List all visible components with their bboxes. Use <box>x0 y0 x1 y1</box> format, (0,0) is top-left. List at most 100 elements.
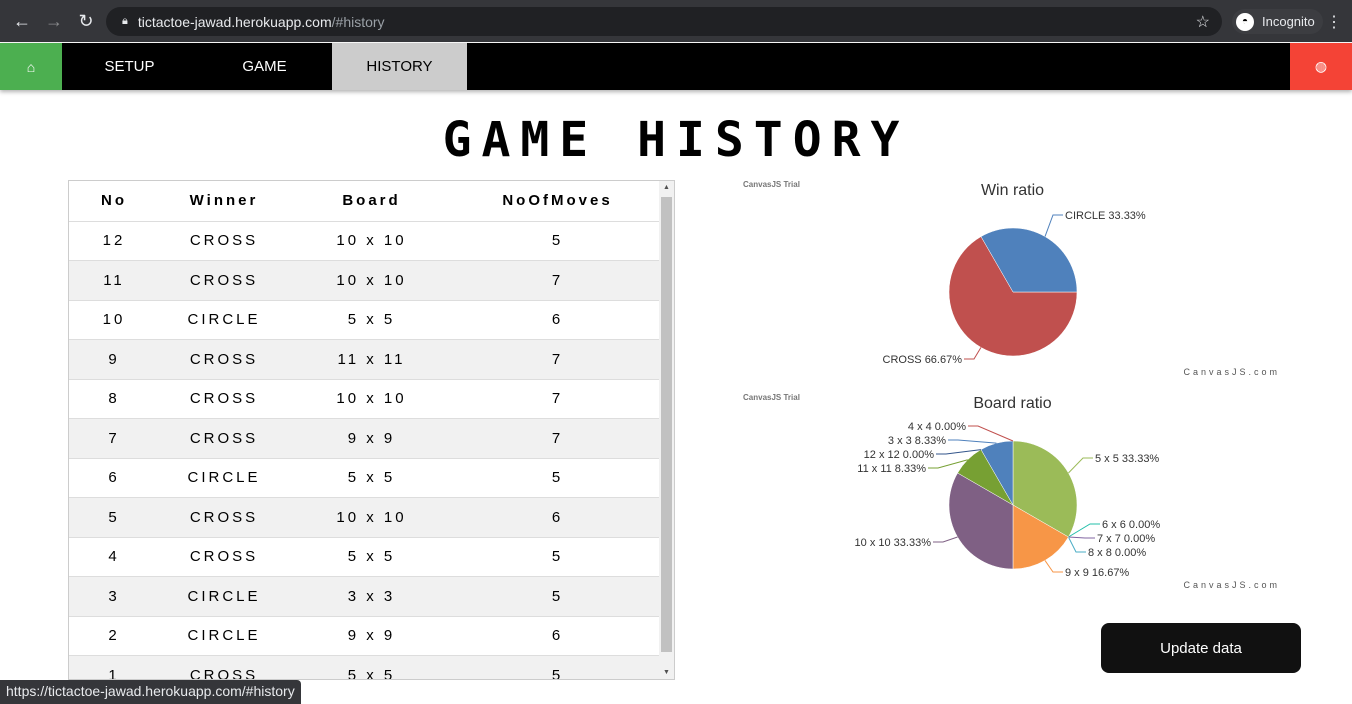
incognito-badge[interactable]: ◓ Incognito <box>1232 9 1323 34</box>
table-cell: 7 <box>69 418 159 459</box>
column-header: No <box>69 181 159 222</box>
table-row: 10 CIRCLE 5 x 56 <box>69 300 661 340</box>
tab-setup[interactable]: SETUP <box>62 43 197 90</box>
label-connector <box>933 536 958 543</box>
table-cell: CIRCLE <box>159 616 289 656</box>
profile-label: Incognito <box>1262 14 1315 29</box>
table-cell: 5 x 5 <box>289 300 454 340</box>
table-cell: 5 <box>454 458 661 498</box>
table-row: 12 CROSS 10 x 10 5 <box>69 221 661 261</box>
home-button[interactable]: ⌂ <box>0 43 62 90</box>
page-title: GAME HISTORY <box>442 112 910 168</box>
bookmark-star-icon[interactable]: ☆ <box>1196 12 1210 32</box>
scroll-up-icon[interactable]: ▲ <box>659 184 674 191</box>
label-connector <box>1044 560 1063 573</box>
tab-history[interactable]: HISTORY <box>332 43 467 90</box>
label-connector <box>964 347 982 360</box>
table-row: 5 CROSS 10 x 10 6 <box>69 497 661 538</box>
url-host: tictactoe-jawad.herokuapp.com <box>137 13 332 30</box>
chart-title: Board ratio <box>973 395 1052 412</box>
browser-toolbar: ← → ↻ 🔒︎ tictactoe-jawad.herokuapp.com/#… <box>0 0 1352 42</box>
slice-label: 4 x 4 0.00% <box>908 421 966 433</box>
table-cell: 9 <box>69 339 159 380</box>
table-row: 9 CROSS 11 x 11 7 <box>69 339 661 380</box>
table-cell: CROSS <box>159 379 289 419</box>
table-cell: CIRCLE <box>159 576 289 617</box>
label-connector <box>936 449 982 455</box>
table-cell: 6 <box>69 458 159 498</box>
incognito-icon: ◓ <box>1236 12 1254 31</box>
history-table: No Winner Board NoOfMoves 12 CROSS 10 x 10 5 11… <box>69 181 661 679</box>
table-row: 2 CIRCLE 9 x 96 <box>69 616 661 656</box>
table-cell: 7 <box>454 339 661 380</box>
top-nav: ⌂ SETUP GAME HISTORY ◍ <box>0 43 1352 90</box>
table-row: 11 CROSS 10 x 10 7 <box>69 260 661 301</box>
table-cell: 9 x 9 <box>289 616 454 656</box>
table-cell: CIRCLE <box>159 458 289 498</box>
table-cell: CROSS <box>159 537 289 577</box>
table-cell: CROSS <box>159 221 289 261</box>
table-cell: 9 x 9 <box>289 418 454 459</box>
globe-button[interactable]: ◍ <box>1290 43 1352 90</box>
table-cell: 5 <box>454 537 661 577</box>
slice-label: 5 x 5 33.33% <box>1095 453 1159 465</box>
table-cell: 1 <box>69 655 159 679</box>
url-path: /#history <box>331 13 385 30</box>
tab-label: GAME <box>242 58 287 75</box>
column-header: Board <box>289 181 454 222</box>
slice-label: 9 x 9 16.67% <box>1065 567 1129 579</box>
slice-label: 3 x 3 8.33% <box>888 435 946 447</box>
table-cell: 6 <box>454 300 661 340</box>
reload-icon[interactable]: ↻ <box>70 11 102 32</box>
chart-credit[interactable]: CanvasJS.com <box>1183 580 1280 590</box>
table-row: 4 CROSS 5 x 55 <box>69 537 661 577</box>
slice-label: 12 x 12 0.00% <box>864 449 935 461</box>
table-cell: CROSS <box>159 497 289 538</box>
table-cell: 5 x 5 <box>289 537 454 577</box>
update-data-button[interactable]: Update data <box>1101 623 1301 673</box>
table-cell: 7 <box>454 260 661 301</box>
table-cell: 11 <box>69 260 159 301</box>
menu-icon[interactable]: ⋮ <box>1326 12 1342 32</box>
table-cell: CROSS <box>159 655 289 679</box>
table-cell: 10 x 10 <box>289 260 454 301</box>
table-cell: 3 <box>69 576 159 617</box>
slice-label: 7 x 7 0.00% <box>1097 533 1155 545</box>
pie-svg: CROSS 66.67% CIRCLE 33.33% <box>883 210 1146 366</box>
table-row: 1 CROSS 5 x 55 <box>69 655 661 679</box>
tab-game[interactable]: GAME <box>197 43 332 90</box>
table-cell: 12 <box>69 221 159 261</box>
table-cell: 10 x 10 <box>289 379 454 419</box>
status-bar-url: https://tictactoe-jawad.herokuapp.com/#h… <box>0 680 301 704</box>
table-cell: 6 <box>454 616 661 656</box>
table-cell: 5 x 5 <box>289 655 454 679</box>
label-connector <box>1067 536 1086 553</box>
label-connector <box>948 439 997 444</box>
board-ratio-chart: 5 x 5 33.33% 6 x 6 0.00% 7 x 7 0.00% 8 x 8 … <box>740 393 1290 603</box>
scrollbar-thumb[interactable] <box>661 197 672 652</box>
scrollbar[interactable]: ▲ ▼ <box>659 181 674 679</box>
column-header: NoOfMoves <box>454 181 661 222</box>
label-connector <box>1068 457 1093 474</box>
win-ratio-chart: CROSS 66.67% CIRCLE 33.33% CanvasJS Trial… <box>740 180 1290 390</box>
globe-icon: ◍ <box>1314 58 1328 74</box>
forward-icon[interactable]: → <box>38 11 70 32</box>
back-icon[interactable]: ← <box>6 11 38 32</box>
chart-credit[interactable]: CanvasJS.com <box>1183 367 1280 377</box>
table-cell: 5 <box>454 655 661 679</box>
address-bar[interactable]: 🔒︎ tictactoe-jawad.herokuapp.com/#histor… <box>106 7 1222 36</box>
slice-label: CIRCLE 33.33% <box>1065 210 1146 222</box>
table-cell: 3 x 3 <box>289 576 454 617</box>
label-connector <box>1068 536 1095 539</box>
label-connector <box>1044 214 1063 237</box>
home-icon: ⌂ <box>26 58 36 75</box>
tab-label: SETUP <box>104 58 155 75</box>
history-table-container[interactable]: No Winner Board NoOfMoves 12 CROSS 10 x 10 5 11… <box>68 180 675 680</box>
scroll-down-icon[interactable]: ▼ <box>659 669 674 676</box>
chart-title: Win ratio <box>980 182 1045 199</box>
table-row: 8 CROSS 10 x 10 7 <box>69 379 661 419</box>
lock-icon: 🔒︎ <box>122 15 128 27</box>
table-cell: 10 x 10 <box>289 497 454 538</box>
tab-label: HISTORY <box>366 58 433 75</box>
table-row: 6 CIRCLE 5 x 55 <box>69 458 661 498</box>
